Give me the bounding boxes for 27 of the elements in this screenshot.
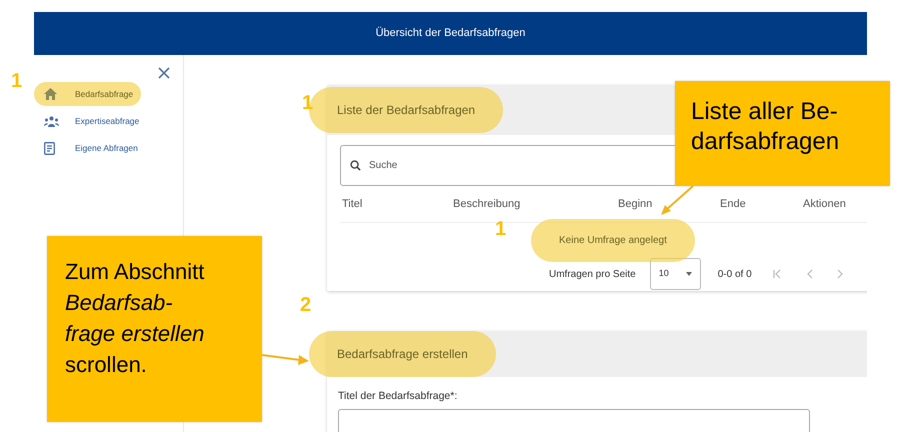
page-size-label: Umfragen pro Seite [549, 268, 636, 282]
sidebar-item[interactable]: Eigene Abfragen [34, 136, 146, 160]
field-label: Titel der Bedarfsabfrage*: [338, 389, 458, 404]
column-header: Aktionen [803, 196, 847, 212]
column-header: Beschreibung [453, 196, 522, 212]
page-range: 0-0 of 0 [718, 268, 752, 282]
page-size-select[interactable]: 10 [650, 258, 701, 290]
people-icon [44, 116, 59, 126]
close-icon[interactable] [158, 67, 170, 79]
caret-icon [686, 272, 692, 276]
section-title: Bedarfsabfrage erstellen [309, 331, 496, 377]
step-number: 1 [11, 71, 22, 91]
step-number: 1 [495, 219, 506, 239]
first-page-icon[interactable] [772, 269, 782, 279]
column-header: Beginn [618, 196, 654, 212]
next-page-icon[interactable] [834, 269, 845, 279]
empty-message: Keine Umfrage angelegt [531, 218, 695, 262]
callout: Liste aller Be- darfsabfragen [675, 81, 890, 186]
input-field[interactable] [338, 408, 810, 432]
callout: Zum Abschnitt Bedarfsab- frage erstellen scrollen. [47, 236, 262, 422]
column-header: Ende [720, 196, 747, 212]
page-title: Übersicht der Bedarfsabfragen [376, 26, 526, 42]
column-header: Titel [342, 196, 364, 212]
home-icon [44, 88, 59, 100]
previous-page-icon[interactable] [804, 269, 815, 279]
sidebar-item[interactable]: Expertiseabfrage [34, 109, 148, 133]
step-number: 2 [300, 295, 312, 315]
